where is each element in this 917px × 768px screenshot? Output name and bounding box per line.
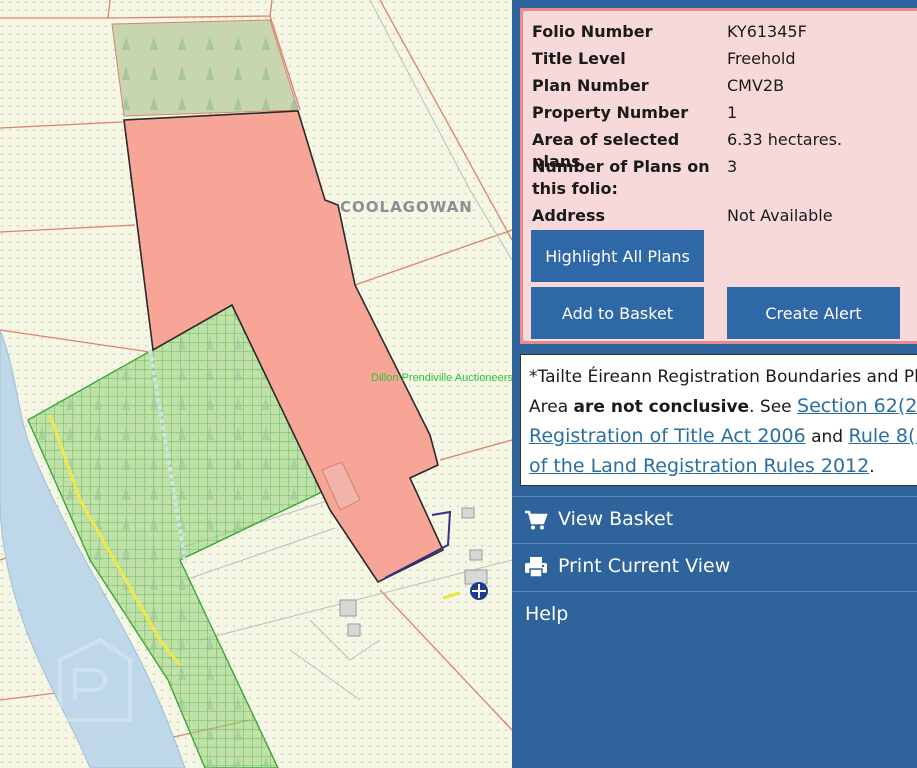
info-label: Folio Number <box>532 22 653 41</box>
create-alert-button[interactable]: Create Alert <box>727 287 900 339</box>
location-marker-icon <box>470 582 488 600</box>
info-value: 6.33 hectares. <box>727 130 843 149</box>
info-value: Freehold <box>727 49 796 68</box>
print-icon <box>525 557 547 578</box>
side-panel: Folio Number KY61345F Title Level Freeho… <box>512 0 917 768</box>
info-value: KY61345F <box>727 22 807 41</box>
info-label: Property Number <box>532 103 689 122</box>
notice-line-3: Registration of Title Act 2006 and Rule … <box>529 422 917 452</box>
notice-text: *Tailte Éireann Registration Boundaries … <box>529 367 917 387</box>
section-62-link[interactable]: Section 62(2) of <box>797 395 917 417</box>
map-view[interactable]: COOLAGOWAN <box>0 0 512 768</box>
view-basket-menu-item[interactable]: View Basket <box>512 497 917 544</box>
notice-line-1: *Tailte Éireann Registration Boundaries … <box>529 363 917 392</box>
print-view-label: Print Current View <box>558 555 731 577</box>
highlight-all-plans-button[interactable]: Highlight All Plans <box>531 230 704 282</box>
info-value: 1 <box>727 103 738 122</box>
info-label: Number of Plans on this folio: <box>532 157 710 198</box>
add-to-basket-button[interactable]: Add to Basket <box>531 287 704 339</box>
help-label: Help <box>525 603 569 625</box>
info-value: 3 <box>727 157 738 176</box>
info-label: Title Level <box>532 49 626 68</box>
notice-text: and <box>805 427 849 447</box>
info-value: Not Available <box>727 206 833 225</box>
notice-text: Area <box>529 397 574 417</box>
land-registration-rules-link[interactable]: of the Land Registration Rules 2012 <box>529 455 869 477</box>
notice-line-4: of the Land Registration Rules 2012. <box>529 452 917 482</box>
notice-line-2: Area are not conclusive. See Section 62(… <box>529 392 917 422</box>
disclaimer-notice: *Tailte Éireann Registration Boundaries … <box>520 354 917 486</box>
view-basket-label: View Basket <box>558 508 674 530</box>
notice-text: . <box>869 457 875 477</box>
info-value: CMV2B <box>727 76 785 95</box>
help-menu-item[interactable]: Help <box>512 592 917 639</box>
info-label: Plan Number <box>532 76 649 95</box>
folio-info-box: Folio Number KY61345F Title Level Freeho… <box>520 8 917 344</box>
watermark-text: Dillon Prendiville Auctioneers <box>371 372 513 384</box>
registration-act-link[interactable]: Registration of Title Act 2006 <box>529 425 806 447</box>
cart-icon <box>525 510 548 530</box>
info-label: Address <box>532 206 606 225</box>
notice-text: . See <box>749 397 798 417</box>
rule-8-link[interactable]: Rule 8(3) <box>848 425 917 447</box>
print-view-menu-item[interactable]: Print Current View <box>512 544 917 591</box>
notice-emphasis: are not conclusive <box>573 397 750 417</box>
map-canvas[interactable] <box>0 0 512 768</box>
place-label: COOLAGOWAN <box>340 198 473 216</box>
